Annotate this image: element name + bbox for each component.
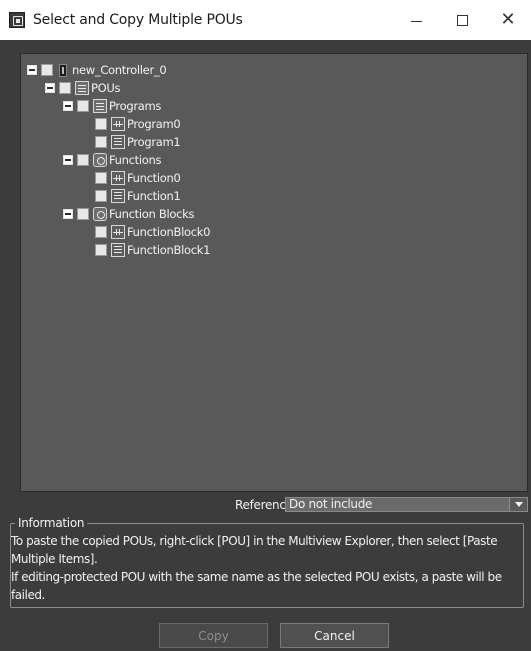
checkbox-function1[interactable]: [95, 190, 107, 202]
tree-node-label: Program0: [127, 117, 181, 131]
structured-text-icon: [111, 135, 125, 149]
title-bar[interactable]: Select and Copy Multiple POUs ✕: [0, 0, 531, 40]
information-text: To paste the copied POUs, right-click [P…: [11, 532, 523, 604]
tree-node-function-blocks[interactable]: Function Blocks: [63, 206, 194, 222]
checkbox-program0[interactable]: [95, 118, 107, 130]
collapse-icon[interactable]: [63, 101, 73, 111]
tree-node-label: FunctionBlock0: [127, 225, 211, 239]
checkbox-program1[interactable]: [95, 136, 107, 148]
tree-node-program1[interactable]: Program1: [95, 134, 181, 150]
tree-node-label: POUs: [91, 81, 121, 95]
tree-node-function0[interactable]: Function0: [95, 170, 181, 186]
controller-icon: [59, 63, 67, 77]
function-blocks-folder-icon: [93, 207, 107, 221]
checkbox-functionblock0[interactable]: [95, 226, 107, 238]
information-group: Information To paste the copied POUs, ri…: [10, 516, 524, 608]
ladder-icon: [111, 171, 125, 185]
window-title: Select and Copy Multiple POUs: [33, 12, 243, 28]
minimize-icon: [410, 20, 422, 22]
app-icon: [9, 12, 25, 28]
maximize-button[interactable]: [439, 0, 485, 40]
tree-node-label: Function1: [127, 189, 181, 203]
minimize-button[interactable]: [393, 0, 439, 40]
information-line-protected: If editing-protected POU with the same n…: [11, 570, 502, 602]
ladder-icon: [111, 117, 125, 131]
tree-node-function1[interactable]: Function1: [95, 188, 181, 204]
structured-text-icon: [111, 243, 125, 257]
tree-node-pous[interactable]: POUs: [45, 80, 121, 96]
tree-node-functionblock1[interactable]: FunctionBlock1: [95, 242, 210, 258]
tree-node-label: Program1: [127, 135, 181, 149]
programs-folder-icon: [93, 99, 107, 113]
copy-button[interactable]: Copy: [159, 623, 268, 648]
information-line-paste: To paste the copied POUs, right-click [P…: [11, 534, 498, 566]
checkbox-functionblock1[interactable]: [95, 244, 107, 256]
cancel-button[interactable]: Cancel: [280, 623, 389, 648]
tree-node-label: FunctionBlock1: [127, 243, 211, 257]
pou-folder-icon: [75, 81, 89, 95]
collapse-icon[interactable]: [63, 209, 73, 219]
tree-node-label: Function Blocks: [109, 207, 195, 221]
tree-node-programs[interactable]: Programs: [63, 98, 161, 114]
information-legend: Information: [15, 516, 88, 530]
checkbox-function0[interactable]: [95, 172, 107, 184]
reference-dropdown[interactable]: Do not include: [285, 497, 528, 512]
functions-folder-icon: [93, 153, 107, 167]
collapse-icon[interactable]: [63, 155, 73, 165]
checkbox-controller[interactable]: [41, 64, 53, 76]
tree-node-functionblock0[interactable]: FunctionBlock0: [95, 224, 210, 240]
tree-node-program0[interactable]: Program0: [95, 116, 181, 132]
tree-node-functions[interactable]: Functions: [63, 152, 162, 168]
tree-node-label: Programs: [109, 99, 162, 113]
tree-node-label: Functions: [109, 153, 162, 167]
collapse-icon[interactable]: [27, 65, 37, 75]
checkbox-function-blocks[interactable]: [77, 208, 89, 220]
close-icon: ✕: [500, 9, 516, 30]
collapse-icon[interactable]: [45, 83, 55, 93]
pou-tree[interactable]: new_Controller_0 POUs Programs Program0 …: [20, 53, 528, 492]
tree-node-label: Function0: [127, 171, 181, 185]
maximize-icon: [456, 14, 468, 26]
tree-node-label: new_Controller_0: [72, 63, 167, 77]
chevron-down-icon[interactable]: [509, 498, 527, 511]
checkbox-pous[interactable]: [59, 82, 71, 94]
reference-selected-value: Do not include: [289, 497, 373, 511]
checkbox-programs[interactable]: [77, 100, 89, 112]
ladder-icon: [111, 225, 125, 239]
close-button[interactable]: ✕: [485, 0, 531, 40]
checkbox-functions[interactable]: [77, 154, 89, 166]
tree-node-controller[interactable]: new_Controller_0: [27, 62, 167, 78]
structured-text-icon: [111, 189, 125, 203]
select-copy-pous-dialog: Select and Copy Multiple POUs ✕ new_Cont…: [0, 0, 531, 651]
